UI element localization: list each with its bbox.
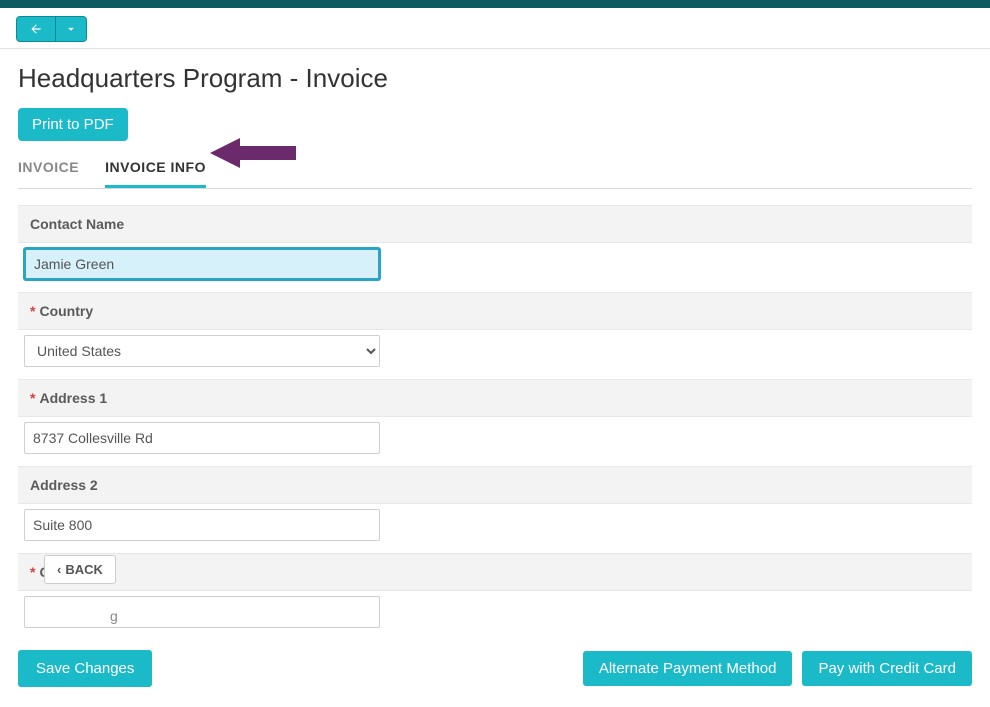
label-contact-name: Contact Name — [18, 205, 972, 243]
city-input[interactable] — [24, 596, 380, 628]
print-to-pdf-button[interactable]: Print to PDF — [18, 108, 128, 141]
tab-invoice[interactable]: INVOICE — [18, 149, 79, 188]
country-select[interactable]: United States — [24, 335, 380, 367]
alternate-payment-button[interactable]: Alternate Payment Method — [583, 651, 793, 686]
back-button[interactable]: ‹BACK — [44, 555, 116, 584]
save-changes-button[interactable]: Save Changes — [18, 650, 152, 687]
annotation-arrow-icon — [210, 136, 296, 170]
label-country: *Country — [18, 292, 972, 330]
pay-with-credit-card-button[interactable]: Pay with Credit Card — [802, 651, 972, 686]
label-address-1: *Address 1 — [18, 379, 972, 417]
caret-down-icon[interactable] — [55, 17, 86, 41]
label-city: *City — [18, 553, 972, 591]
label-address-2: Address 2 — [18, 466, 972, 504]
page-title: Headquarters Program - Invoice — [18, 63, 972, 94]
back-arrow-icon — [17, 17, 55, 41]
contact-name-input[interactable] — [24, 248, 380, 280]
address-2-input[interactable] — [24, 509, 380, 541]
back-split-button[interactable] — [16, 16, 87, 42]
footer-action-bar: Save Changes Alternate Payment Method Pa… — [0, 640, 990, 687]
address-1-input[interactable] — [24, 422, 380, 454]
invoice-info-form: Contact Name *Country United States *Add… — [18, 205, 972, 640]
chevron-left-icon: ‹ — [57, 562, 61, 577]
tab-invoice-info[interactable]: INVOICE INFO — [105, 149, 206, 188]
top-app-bar — [0, 0, 990, 8]
